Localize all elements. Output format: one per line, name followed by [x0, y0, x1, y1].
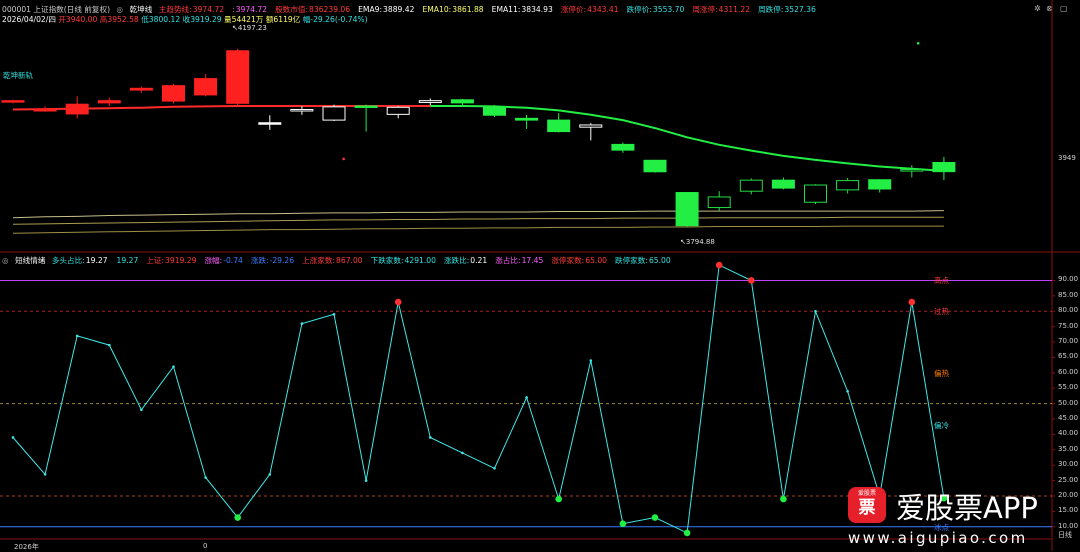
high-price-value: 4197.23 — [237, 24, 267, 32]
emotion-point — [300, 322, 304, 325]
candle-body — [932, 162, 956, 173]
y-tick-label: 40.00 — [1058, 429, 1079, 438]
emotion-marker — [394, 298, 402, 306]
zone-tag: 偏热 — [934, 368, 949, 378]
candle-body — [547, 119, 571, 133]
emotion-line — [12, 264, 945, 534]
logo-text: 爱股票APP — [896, 491, 1038, 525]
emotion-point — [108, 343, 111, 347]
right-price-label: 3949 — [1058, 154, 1076, 162]
band-line — [12, 216, 944, 225]
emotion-point — [172, 365, 175, 368]
candle-body — [450, 99, 474, 104]
trend-line-green — [430, 105, 944, 172]
candle-body — [836, 180, 860, 191]
emotion-marker — [619, 520, 627, 527]
zone-tag: 偏冷 — [934, 421, 949, 431]
zone-tag: 过热 — [934, 307, 949, 317]
candle-body — [643, 159, 667, 173]
emotion-point — [268, 473, 272, 476]
emotion-marker — [234, 514, 241, 521]
candle-body — [386, 106, 410, 115]
candle-body — [226, 50, 250, 104]
emotion-point — [525, 396, 528, 399]
y-tick-label: 75.00 — [1058, 321, 1079, 330]
logo-badge: 爱股票 票 — [848, 487, 886, 523]
candle-body — [129, 87, 153, 91]
y-tick-label: 65.00 — [1058, 352, 1079, 361]
y-tick-label: 45.00 — [1058, 414, 1079, 422]
candle-body — [739, 179, 763, 192]
candle-body — [900, 169, 924, 172]
candle-body — [162, 85, 185, 102]
emotion-marker — [683, 529, 691, 537]
candle-body — [418, 100, 442, 103]
candle-body — [97, 100, 121, 104]
band-line — [12, 225, 944, 234]
new-track-tag: 乾坤新轨 — [3, 71, 33, 80]
emotion-marker — [555, 495, 562, 503]
emotion-point — [589, 359, 593, 362]
low-price-label: ↖3794.88 — [680, 238, 715, 246]
emotion-marker — [651, 514, 659, 521]
y-tick-label: 80.00 — [1058, 306, 1079, 315]
band-line — [12, 210, 944, 219]
y-tick-label: 70.00 — [1058, 337, 1079, 346]
emotion-point — [140, 408, 143, 412]
candle-body — [579, 124, 603, 128]
y-tick-label: 35.00 — [1058, 444, 1079, 453]
candle-body — [804, 184, 827, 203]
y-tick-label: 30.00 — [1058, 460, 1079, 469]
zone-tag: 高点 — [934, 276, 949, 286]
candle-body — [675, 192, 699, 227]
candle-body — [611, 143, 635, 151]
emotion-marker — [748, 277, 755, 284]
aigupiao-logo: 爱股票 票 爱股票APP www.aigupiao.com — [848, 485, 1080, 551]
chart-window: 000001 上证指数(日线 前复权) ◎ 乾坤线 主趋势线:3974.72:3… — [0, 0, 1080, 551]
candle-body — [1, 100, 25, 103]
emotion-point — [332, 313, 336, 316]
x-axis-mid: 0 — [203, 542, 208, 550]
candle-body — [771, 179, 795, 189]
y-tick-label: 85.00 — [1058, 290, 1079, 299]
chart-canvas[interactable] — [0, 0, 1080, 551]
candle-body — [483, 106, 506, 116]
y-tick-label: 50.00 — [1058, 398, 1079, 407]
candle-body — [868, 179, 892, 190]
candle-body — [515, 117, 539, 121]
candle-body — [33, 109, 57, 112]
emotion-point — [43, 473, 47, 476]
candle-body — [707, 196, 731, 209]
y-tick-label: 90.00 — [1058, 275, 1079, 284]
emotion-point — [429, 436, 432, 439]
candle-body — [194, 78, 218, 96]
emotion-point — [204, 476, 207, 479]
emotion-point — [461, 451, 464, 455]
candle-body — [65, 103, 89, 115]
y-tick-label: 25.00 — [1058, 475, 1079, 484]
marker-dot — [342, 157, 345, 161]
emotion-point — [493, 466, 496, 470]
emotion-point — [364, 479, 368, 482]
logo-url: www.aigupiao.com — [848, 529, 1028, 547]
emotion-marker — [780, 495, 787, 503]
candle-body — [290, 109, 314, 112]
emotion-point — [75, 334, 79, 338]
marker-dot — [916, 41, 920, 45]
candle-body — [258, 122, 282, 125]
emotion-point — [11, 436, 15, 439]
low-price-value: 3794.88 — [685, 238, 715, 246]
high-price-label: ↖4197.23 — [232, 24, 267, 32]
emotion-marker — [715, 261, 723, 269]
y-tick-label: 55.00 — [1058, 383, 1079, 392]
emotion-marker — [908, 298, 916, 306]
candle-body — [354, 105, 378, 108]
emotion-point — [814, 309, 817, 313]
y-tick-label: 60.00 — [1058, 367, 1079, 376]
candle-body — [322, 106, 346, 121]
emotion-point — [846, 390, 849, 393]
